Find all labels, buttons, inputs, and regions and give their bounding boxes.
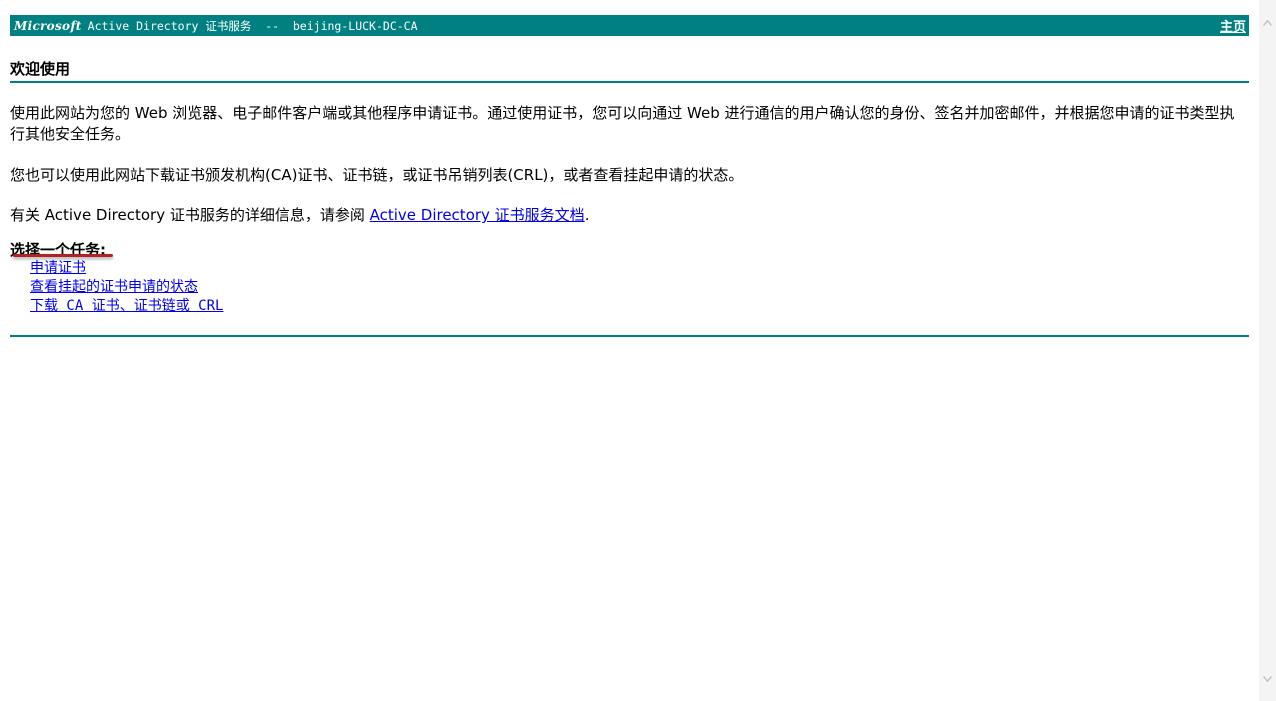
home-link[interactable]: 主页	[1220, 16, 1246, 35]
docs-link[interactable]: Active Directory 证书服务文档	[370, 206, 585, 224]
header-left: Microsoft Active Directory 证书服务 -- beiji…	[14, 18, 418, 34]
main-content: Microsoft Active Directory 证书服务 -- beiji…	[10, 15, 1249, 337]
download-paragraph: 您也可以使用此网站下载证书颁发机构(CA)证书、证书链，或证书吊销列表(CRL)…	[10, 166, 744, 184]
brand-logo: Microsoft	[14, 18, 82, 33]
header-title: Active Directory 证书服务 -- beijing-LUCK-DC…	[87, 18, 418, 33]
task-list: 申请证书 查看挂起的证书申请的状态 下载 CA 证书、证书链或 CRL	[30, 259, 1249, 316]
bottom-divider	[10, 335, 1249, 337]
scroll-up-icon[interactable]	[1259, 14, 1276, 31]
task-link-download-ca[interactable]: 下载 CA 证书、证书链或 CRL	[30, 297, 223, 316]
task-link-request-certificate[interactable]: 申请证书	[30, 259, 86, 278]
vertical-scrollbar[interactable]	[1259, 0, 1276, 701]
intro-paragraph: 使用此网站为您的 Web 浏览器、电子邮件客户端或其他程序申请证书。通过使用证书…	[10, 104, 1235, 143]
docs-paragraph-suffix: .	[584, 206, 590, 224]
task-link-pending-status[interactable]: 查看挂起的证书申请的状态	[30, 278, 198, 297]
page: Microsoft Active Directory 证书服务 -- beiji…	[0, 0, 1276, 701]
header-bar: Microsoft Active Directory 证书服务 -- beiji…	[10, 15, 1249, 36]
task-heading: 选择一个任务:	[10, 242, 113, 259]
page-title: 欢迎使用	[10, 58, 1249, 83]
docs-paragraph: 有关 Active Directory 证书服务的详细信息，请参阅 Active…	[10, 205, 1249, 226]
scroll-down-icon[interactable]	[1259, 670, 1276, 687]
docs-paragraph-prefix: 有关 Active Directory 证书服务的详细信息，请参阅	[10, 206, 370, 224]
annotation-underline	[13, 254, 113, 257]
